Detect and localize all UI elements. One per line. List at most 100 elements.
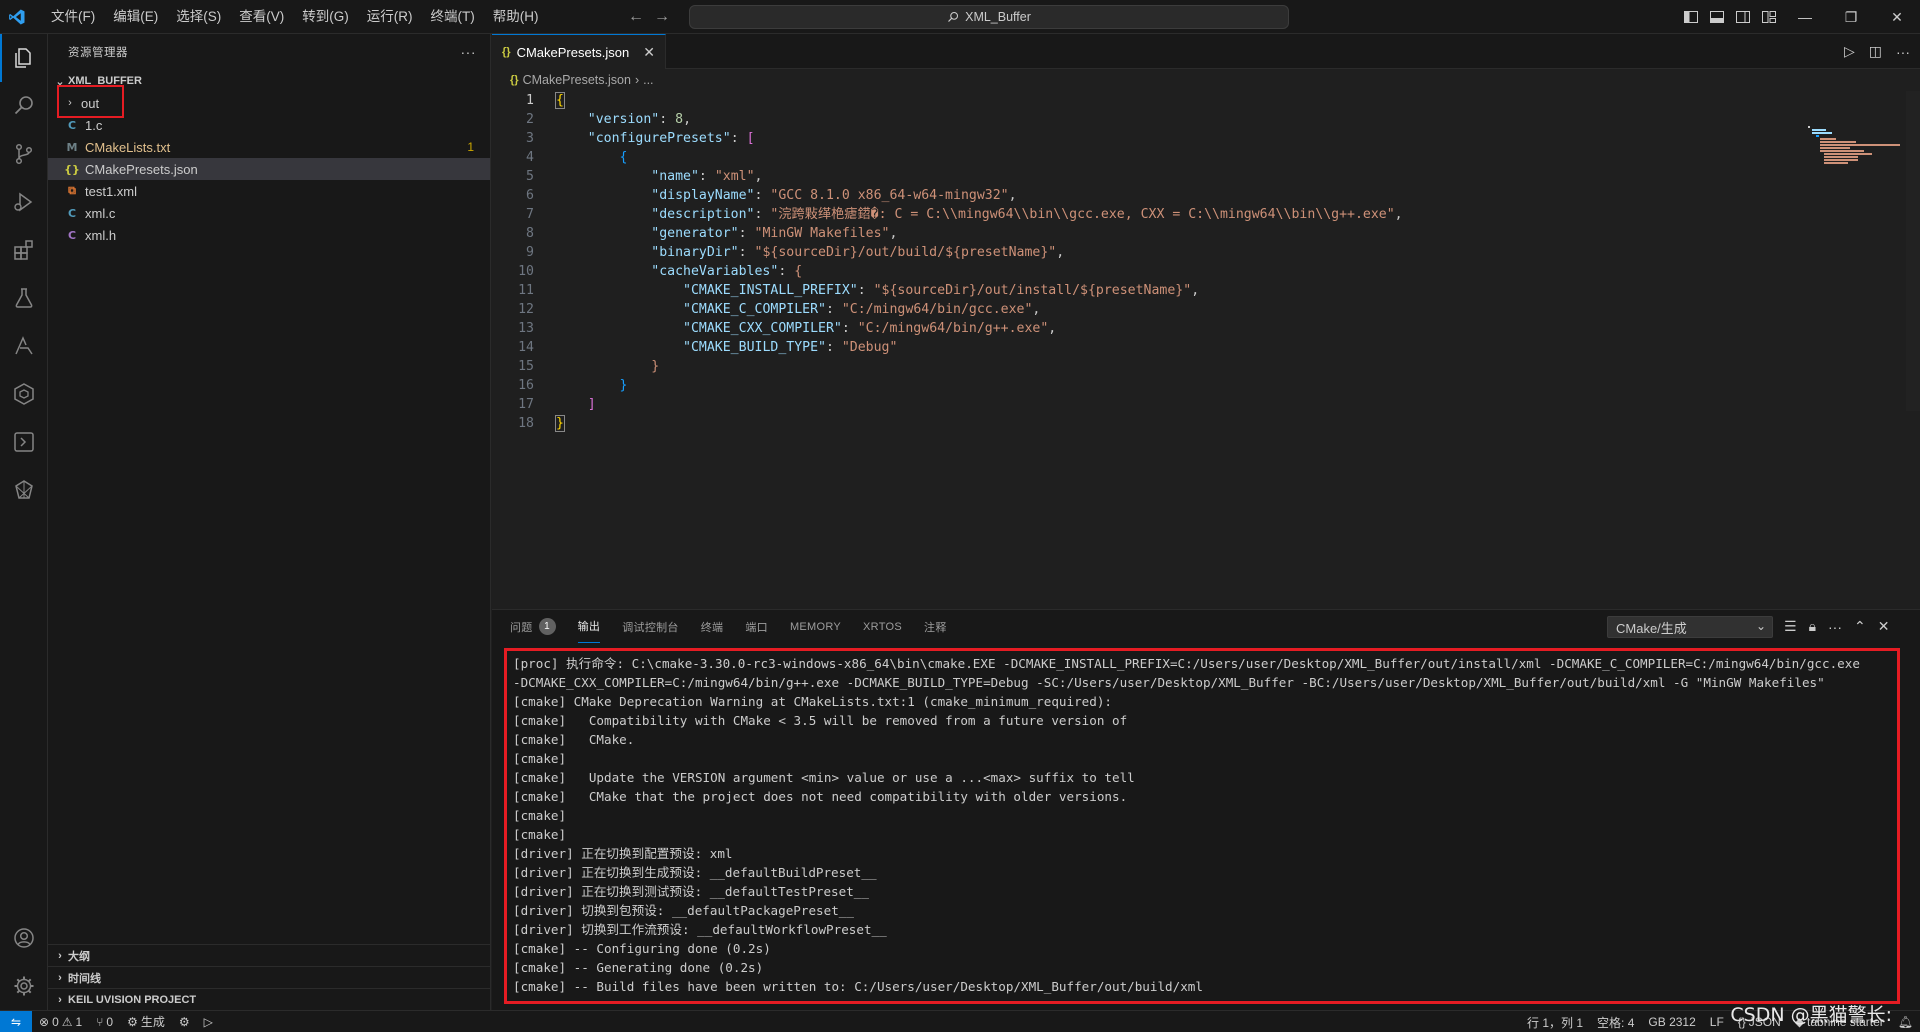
remote-indicator-icon[interactable]: ⇋ xyxy=(0,1010,32,1032)
tab-comments[interactable]: 注释 xyxy=(924,610,947,643)
tab-cmakepresets[interactable]: {} CMakePresets.json ✕ xyxy=(492,34,667,69)
manage-gear-icon[interactable] xyxy=(0,962,48,1010)
tab-problems[interactable]: 问题 1 xyxy=(510,610,556,643)
menu-run[interactable]: 运行(R) xyxy=(358,0,422,34)
line-number: 13 xyxy=(518,321,534,336)
tree-item-test1xml[interactable]: ⧉ test1.xml xyxy=(48,180,490,202)
split-editor-icon[interactable]: ◫ xyxy=(1869,43,1882,60)
run-icon[interactable]: ▷ xyxy=(1844,43,1855,60)
output-line: [cmake] -- Generating done (0.2s) xyxy=(513,960,764,975)
menu-edit[interactable]: 编辑(E) xyxy=(104,0,167,34)
minimap[interactable] xyxy=(1806,126,1906,166)
chevron-right-icon: › xyxy=(58,993,62,1006)
tab-label: 端口 xyxy=(745,621,768,634)
problems-status[interactable]: ⊗ 0 ⚠ 1 xyxy=(32,1015,89,1029)
tree-item-xmlh[interactable]: C xml.h xyxy=(48,224,490,246)
tab-xrtos[interactable]: XRTOS xyxy=(863,610,902,643)
explorer-icon[interactable] xyxy=(0,34,48,82)
remote-explorer-icon[interactable] xyxy=(0,418,48,466)
section-label: KEIL UVISION PROJECT xyxy=(68,993,197,1006)
status-bar: ⇋ ⊗ 0 ⚠ 1 ⑂ 0 ⚙ 生成 ⚙ ▷ 行 1，列 1 空格: 4 GB … xyxy=(0,1010,1920,1032)
timeline-section-header[interactable]: › 时间线 xyxy=(48,966,491,988)
tree-item-cmakepresets[interactable]: {} CMakePresets.json xyxy=(48,158,490,180)
maximize-panel-icon[interactable]: ⌃ xyxy=(1854,618,1866,635)
keil-section-header[interactable]: › KEIL UVISION PROJECT xyxy=(48,988,491,1010)
code-line: 17 ] xyxy=(492,395,1892,414)
ports-count: 0 xyxy=(106,1014,114,1029)
code-line: 12 "CMAKE_C_COMPILER": "C:/mingw64/bin/g… xyxy=(492,300,1892,319)
debug-icon[interactable]: ⚙ xyxy=(172,1015,197,1029)
xml-file-icon: ⧉ xyxy=(68,184,76,197)
menu-view[interactable]: 查看(V) xyxy=(230,0,293,34)
breadcrumb-more[interactable]: ... xyxy=(643,73,653,87)
back-arrow-icon[interactable]: ← xyxy=(628,8,644,26)
output-line: [cmake] xyxy=(513,827,567,842)
cursor-position[interactable]: 行 1，列 1 xyxy=(1520,1014,1590,1031)
output-line: [cmake] -- Configuring done (0.2s) xyxy=(513,941,771,956)
clear-output-icon[interactable]: ☰ xyxy=(1784,618,1797,635)
editor-scrollbar[interactable] xyxy=(1906,91,1920,411)
more-actions-icon[interactable]: ··· xyxy=(1896,44,1910,60)
tab-terminal[interactable]: 终端 xyxy=(701,610,724,643)
toggle-primary-sidebar-icon[interactable] xyxy=(1678,0,1704,34)
tab-memory[interactable]: MEMORY xyxy=(790,610,841,643)
search-icon[interactable] xyxy=(0,82,48,130)
testing-icon[interactable] xyxy=(0,274,48,322)
forward-arrow-icon[interactable]: → xyxy=(654,8,670,26)
tab-ports[interactable]: 端口 xyxy=(745,610,768,643)
code-line: 1{ xyxy=(492,91,1892,110)
tab-output[interactable]: 输出 xyxy=(577,610,601,643)
run-debug-icon[interactable] xyxy=(0,178,48,226)
code-line: 13 "CMAKE_CXX_COMPILER": "C:/mingw64/bin… xyxy=(492,319,1892,338)
menu-terminal[interactable]: 终端(T) xyxy=(422,0,484,34)
build-status[interactable]: ⚙ 生成 xyxy=(120,1013,172,1030)
more-actions-icon[interactable]: ··· xyxy=(461,44,477,60)
extension-a-icon[interactable] xyxy=(0,322,48,370)
code-view[interactable]: 1{ 2 "version": 8, 3 "configurePresets":… xyxy=(492,91,1892,433)
tree-item-cmakelists[interactable]: M CMakeLists.txt 1 xyxy=(48,136,490,158)
encoding[interactable]: GB 2312 xyxy=(1641,1015,1702,1029)
tree-item-xmlc[interactable]: C xml.c xyxy=(48,202,490,224)
account-icon[interactable] xyxy=(0,914,48,962)
ports-status[interactable]: ⑂ 0 xyxy=(89,1015,120,1029)
tab-debug-console[interactable]: 调试控制台 xyxy=(622,610,679,643)
source-control-icon[interactable] xyxy=(0,130,48,178)
command-center-search[interactable]: XML_Buffer xyxy=(689,5,1289,29)
line-number: 2 xyxy=(526,112,534,127)
customize-layout-icon[interactable] xyxy=(1756,0,1782,34)
ports-icon: ⑂ xyxy=(96,1014,104,1029)
menu-file[interactable]: 文件(F) xyxy=(42,0,104,34)
cmake-icon[interactable] xyxy=(0,370,48,418)
search-icon xyxy=(948,11,959,22)
outline-section-header[interactable]: › 大纲 xyxy=(48,944,491,966)
line-number: 10 xyxy=(518,264,534,279)
line-number: 6 xyxy=(526,188,534,203)
output-log[interactable]: [proc] 执行命令: C:\cmake-3.30.0-rc3-windows… xyxy=(504,648,1900,1004)
extensions-icon[interactable] xyxy=(0,226,48,274)
breadcrumb-file[interactable]: CMakePresets.json xyxy=(523,73,631,87)
indentation[interactable]: 空格: 4 xyxy=(1590,1014,1641,1031)
end-of-line[interactable]: LF xyxy=(1703,1015,1731,1029)
notifications-bell-icon[interactable]: 🔔︎ xyxy=(1891,1015,1920,1029)
menu-help[interactable]: 帮助(H) xyxy=(484,0,548,34)
close-icon[interactable]: ✕ xyxy=(643,44,655,61)
lock-scroll-icon[interactable]: 🔒︎ xyxy=(1809,618,1816,635)
line-number: 11 xyxy=(518,283,534,298)
restore-button[interactable]: ❐ xyxy=(1828,0,1874,34)
chevron-right-icon: › xyxy=(58,971,62,984)
close-panel-icon[interactable]: ✕ xyxy=(1878,618,1890,635)
output-line: [driver] 切换到包预设: __defaultPackagePreset_… xyxy=(513,903,854,918)
output-line: [driver] 切换到工作流预设: __defaultWorkflowPres… xyxy=(513,922,887,937)
toggle-panel-icon[interactable] xyxy=(1704,0,1730,34)
menu-go[interactable]: 转到(G) xyxy=(293,0,358,34)
extension-b-icon[interactable] xyxy=(0,466,48,514)
menu-selection[interactable]: 选择(S) xyxy=(167,0,230,34)
launch-icon[interactable]: ▷ xyxy=(197,1015,220,1029)
output-channel-select[interactable]: CMake/生成 ⌄ xyxy=(1607,616,1773,638)
minimize-button[interactable]: — xyxy=(1782,0,1828,34)
toggle-secondary-sidebar-icon[interactable] xyxy=(1730,0,1756,34)
sidebar-bottom-sections: › 大纲 › 时间线 › KEIL UVISION PROJECT xyxy=(48,944,491,1010)
close-window-button[interactable]: ✕ xyxy=(1874,0,1920,34)
more-actions-icon[interactable]: ··· xyxy=(1828,619,1842,635)
output-line: [driver] 正在切换到配置预设: xml xyxy=(513,846,733,861)
